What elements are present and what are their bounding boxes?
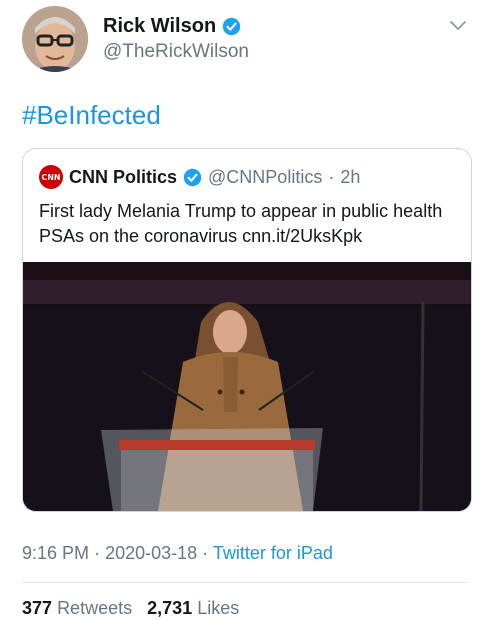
tweet-hashtag-link[interactable]: #BeInfected xyxy=(22,100,161,131)
quoted-tweet-header: CNN CNN Politics @CNNPolitics · 2h xyxy=(39,165,360,189)
separator-dot: · xyxy=(202,543,209,563)
divider xyxy=(22,582,468,583)
quoted-tweet-photo[interactable] xyxy=(23,262,471,511)
likes-count: 2,731 xyxy=(147,598,193,618)
retweets-count: 377 xyxy=(22,598,53,618)
retweets-stat[interactable]: 377 Retweets xyxy=(22,598,137,618)
verified-badge-icon xyxy=(183,168,202,186)
cnn-logo-text: CNN xyxy=(41,172,61,182)
author-avatar[interactable] xyxy=(22,6,88,72)
tweet-metadata: 9:16 PM · 2020-03-18 · Twitter for iPad xyxy=(22,543,333,564)
retweets-label: Retweets xyxy=(57,598,133,618)
tweet-time[interactable]: 9:16 PM xyxy=(22,543,89,563)
quoted-author-handle[interactable]: @CNNPolitics xyxy=(208,167,322,188)
separator-dot: · xyxy=(328,166,335,187)
engagement-stats: 377 Retweets 2,731 Likes xyxy=(22,598,239,619)
author-name[interactable]: Rick Wilson xyxy=(103,15,241,38)
chevron-down-icon[interactable] xyxy=(448,18,468,32)
quoted-tweet-card[interactable]: CNN CNN Politics @CNNPolitics · 2h First… xyxy=(22,148,472,512)
quoted-author-name[interactable]: CNN Politics xyxy=(69,167,177,188)
likes-label: Likes xyxy=(197,598,240,618)
tweet-date[interactable]: 2020-03-18 xyxy=(105,543,197,563)
quoted-tweet-age[interactable]: 2h xyxy=(340,167,360,188)
author-name-text: Rick Wilson xyxy=(103,15,217,37)
likes-stat[interactable]: 2,731 Likes xyxy=(147,598,239,618)
quoted-tweet-text: First lady Melania Trump to appear in pu… xyxy=(39,201,443,246)
author-handle[interactable]: @TheRickWilson xyxy=(103,41,249,63)
cnn-avatar: CNN xyxy=(39,165,63,189)
separator-dot: · xyxy=(94,543,101,563)
verified-badge-icon xyxy=(222,17,241,36)
tweet-source-link[interactable]: Twitter for iPad xyxy=(213,543,333,563)
